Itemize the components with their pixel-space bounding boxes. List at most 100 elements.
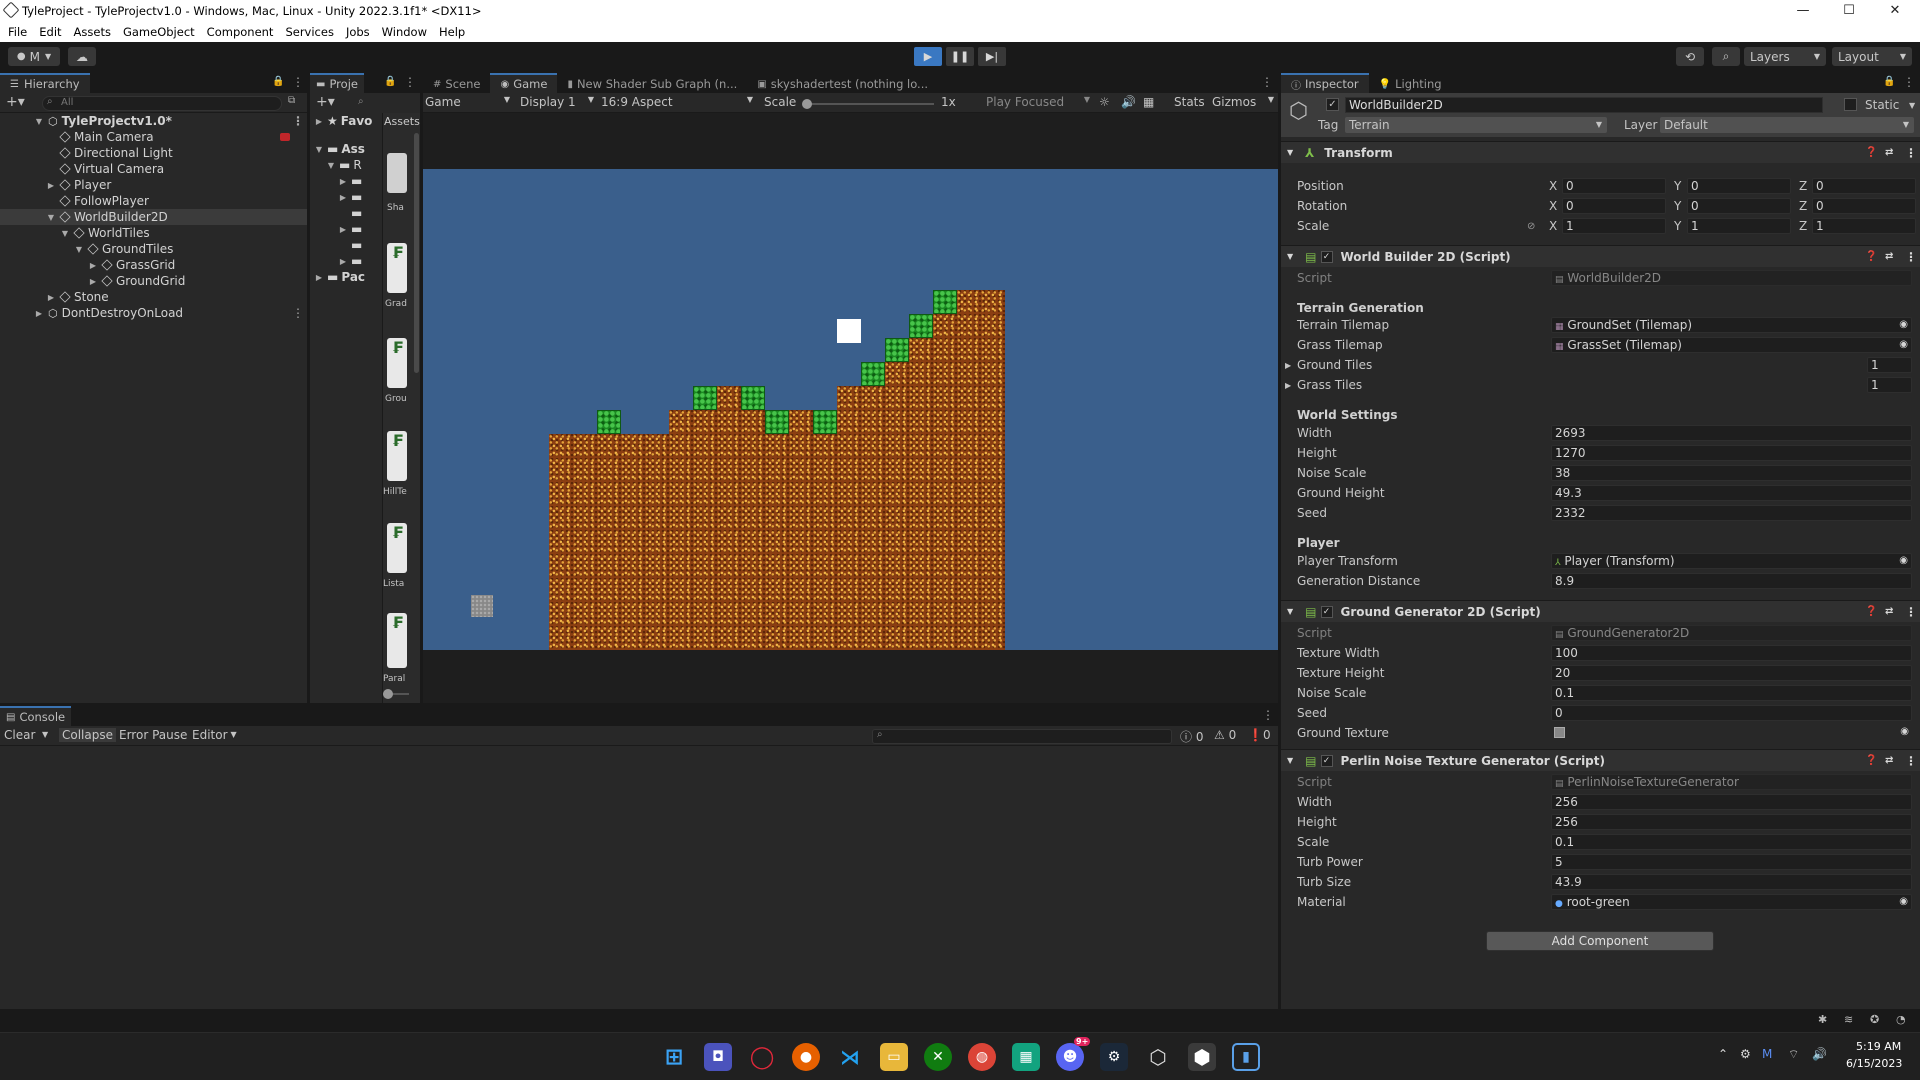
add-component-button[interactable]: Add Component <box>1486 931 1714 951</box>
more-icon[interactable]: ⋮ <box>1262 708 1274 722</box>
tab-project[interactable]: ▬ Proje <box>310 73 364 93</box>
minimize-button[interactable]: — <box>1780 0 1826 21</box>
tree-item[interactable]: Directional Light <box>0 145 307 161</box>
debug-icon[interactable]: ☼ <box>1099 95 1110 109</box>
assets-scrollbar[interactable] <box>414 133 419 373</box>
audio-icon[interactable]: 🔊 <box>1121 95 1136 109</box>
more-icon[interactable]: ⋮ <box>1905 250 1917 264</box>
grass-tiles-row[interactable]: ▶ Grass Tiles 1 <box>1281 377 1920 393</box>
object-picker-icon[interactable]: ◉ <box>1899 554 1908 568</box>
help-icon[interactable]: ❓ <box>1865 755 1877 766</box>
foldout-open-icon[interactable]: ▼ <box>46 213 56 222</box>
ground-generator-header[interactable]: ▼ ▤ ✓ Ground Generator 2D (Script) ❓ ⇄ ⋮ <box>1281 600 1920 622</box>
foldout-closed-icon[interactable]: ▶ <box>46 181 56 190</box>
link-icon[interactable]: ⊘ <box>1527 221 1535 232</box>
enabled-checkbox[interactable]: ✓ <box>1320 605 1333 618</box>
menu-edit[interactable]: Edit <box>39 25 61 39</box>
clock-time[interactable]: 5:19 AM <box>1856 1040 1901 1053</box>
folder-assets[interactable]: ▼ ▬ Ass <box>310 141 382 157</box>
lock-icon[interactable]: 🔒 <box>272 76 284 87</box>
static-checkbox[interactable] <box>1844 98 1857 111</box>
scale-y-field[interactable]: 1 <box>1687 218 1791 234</box>
object-picker-icon[interactable]: ◉ <box>1899 338 1908 352</box>
console-search-input[interactable]: ⌕ <box>872 729 1172 744</box>
folder-packages[interactable]: ▶ ▬ Pac <box>310 269 382 285</box>
search-button[interactable]: ⌕ <box>1712 47 1740 66</box>
foldout-closed-icon[interactable]: ▶ <box>1285 361 1291 370</box>
texture-width-field[interactable]: 100 <box>1551 645 1912 661</box>
generation-distance-field[interactable]: 8.9 <box>1551 573 1912 589</box>
tree-item[interactable]: ▶ Player <box>0 177 307 193</box>
foldout-closed-icon[interactable]: ▶ <box>338 177 348 186</box>
more-icon[interactable]: ⋮ <box>1903 75 1915 89</box>
scale-z-field[interactable]: 1 <box>1812 218 1916 234</box>
foldout-open-icon[interactable]: ▼ <box>60 229 70 238</box>
more-icon[interactable]: ⋮ <box>404 75 416 89</box>
material-field[interactable]: ● root-green ◉ <box>1551 894 1912 910</box>
seed-field[interactable]: 2332 <box>1551 505 1912 521</box>
menu-gameobject[interactable]: GameObject <box>123 25 195 39</box>
scene-filter-icon[interactable]: ⧉ <box>288 95 295 106</box>
folder-item[interactable]: ▶ ▬ <box>310 173 382 189</box>
grass-tiles-count[interactable]: 1 <box>1867 377 1912 393</box>
add-icon[interactable]: +▾ <box>6 94 25 110</box>
file-explorer-icon[interactable]: ▭ <box>880 1043 908 1071</box>
tab-game[interactable]: ◉ Game <box>490 73 558 93</box>
foldout-open-icon[interactable]: ▼ <box>1287 148 1293 157</box>
folder-item[interactable]: ▶ ▬ <box>310 221 382 237</box>
tree-item[interactable]: ▶ GroundGrid <box>0 273 307 289</box>
app-icon[interactable]: ▮ <box>1232 1043 1260 1071</box>
hierarchy-search-input[interactable]: ⌕ All <box>42 96 282 111</box>
object-picker-icon[interactable]: ◉ <box>1899 895 1908 909</box>
chevron-down-icon[interactable]: ▼ <box>1909 101 1915 110</box>
opera-icon[interactable]: ◯ <box>748 1043 776 1071</box>
ground-tiles-row[interactable]: ▶ Ground Tiles 1 <box>1281 357 1920 373</box>
noise-scale-field[interactable]: 0.1 <box>1551 685 1912 701</box>
foldout-closed-icon[interactable]: ▶ <box>34 309 44 318</box>
asset-thumbnail[interactable] <box>387 153 407 193</box>
enabled-checkbox[interactable]: ✓ <box>1320 754 1333 767</box>
show-hidden-icons[interactable]: ⌃ <box>1718 1047 1728 1061</box>
play-button[interactable]: ▶ <box>914 47 942 66</box>
menu-component[interactable]: Component <box>207 25 274 39</box>
tree-item[interactable]: Virtual Camera <box>0 161 307 177</box>
cloud-button[interactable]: ☁ <box>68 47 96 66</box>
folder-item[interactable]: ▬ <box>310 237 382 253</box>
firefox-icon[interactable]: ● <box>792 1043 820 1071</box>
steam-tray-icon[interactable]: ⚙ <box>1740 1047 1751 1061</box>
foldout-open-icon[interactable]: ▼ <box>74 245 84 254</box>
foldout-open-icon[interactable]: ▼ <box>1287 252 1293 261</box>
position-y-field[interactable]: 0 <box>1687 178 1791 194</box>
grass-tilemap-field[interactable]: ▦ GrassSet (Tilemap) ◉ <box>1551 337 1912 353</box>
tree-item[interactable]: Main Camera <box>0 129 307 145</box>
teams-icon[interactable]: ◘ <box>704 1043 732 1071</box>
folder-item[interactable]: ▼ ▬ R <box>310 157 382 173</box>
rotation-y-field[interactable]: 0 <box>1687 198 1791 214</box>
position-z-field[interactable]: 0 <box>1812 178 1916 194</box>
turb-size-field[interactable]: 43.9 <box>1551 874 1912 890</box>
thumbnail-size-slider[interactable] <box>383 689 409 699</box>
more-icon[interactable]: ⋮ <box>292 114 304 128</box>
asset-thumbnail[interactable]: ₣ <box>387 338 407 388</box>
foldout-closed-icon[interactable]: ▶ <box>338 257 348 266</box>
menu-jobs[interactable]: Jobs <box>346 25 370 39</box>
maximize-button[interactable]: ☐ <box>1826 0 1872 21</box>
foldout-closed-icon[interactable]: ▶ <box>338 225 348 234</box>
asset-thumbnail[interactable]: ₣ <box>387 431 407 481</box>
slider-handle[interactable] <box>383 689 393 699</box>
history-button[interactable]: ⟲ <box>1676 47 1704 66</box>
tree-item[interactable]: ▼ GroundTiles <box>0 241 307 257</box>
tab-inspector[interactable]: ⓘ Inspector <box>1281 73 1369 93</box>
scale-slider[interactable] <box>802 99 934 109</box>
asset-thumbnail[interactable]: ₣ <box>387 613 407 668</box>
foldout-closed-icon[interactable]: ▶ <box>1285 381 1291 390</box>
windows-start-icon[interactable]: ⊞ <box>660 1043 688 1071</box>
tree-item[interactable]: ▶ Stone <box>0 289 307 305</box>
tree-item-selected[interactable]: ▼ WorldBuilder2D <box>0 209 307 225</box>
menu-file[interactable]: File <box>8 25 27 39</box>
cache-icon[interactable]: ≋ <box>1844 1013 1853 1026</box>
add-icon[interactable]: +▾ <box>316 94 335 110</box>
account-button[interactable]: ● M ▼ <box>8 47 60 66</box>
tab-lighting[interactable]: 💡 Lighting <box>1368 73 1452 93</box>
search-icon[interactable]: ⌕ <box>358 96 364 107</box>
